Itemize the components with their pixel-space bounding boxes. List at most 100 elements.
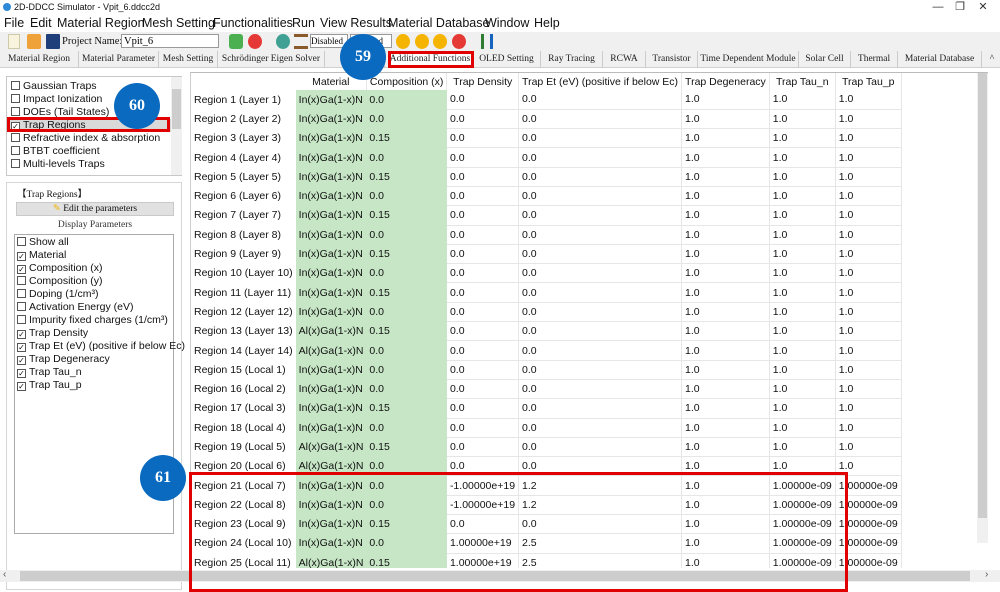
table-cell[interactable]: 1.0 <box>835 418 902 438</box>
save-icon[interactable] <box>46 34 60 49</box>
table-cell[interactable]: 1.0 <box>835 282 902 303</box>
cell-material[interactable]: In(x)Ga(1-x)N <box>295 379 367 399</box>
table-cell[interactable]: 1.0 <box>769 282 836 303</box>
cell-material[interactable]: In(x)Ga(1-x)N <box>295 109 367 129</box>
row-header[interactable]: Region 17 (Local 3) <box>191 399 296 418</box>
checkbox-checked-icon[interactable]: ✓ <box>17 382 26 391</box>
checkbox-icon[interactable] <box>11 94 20 103</box>
table-cell[interactable]: 0.0 <box>446 321 520 342</box>
table-row[interactable]: Region 8 (Layer 8) In(x)Ga(1-x)N 0.0 0.0 0.0… <box>191 225 902 245</box>
cell-material[interactable]: In(x)Ga(1-x)N <box>295 225 367 245</box>
param-composition-y[interactable]: Composition (y) <box>17 275 103 288</box>
fast-forward-icon[interactable] <box>415 34 429 49</box>
param-material[interactable]: ✓ Material <box>17 249 66 262</box>
table-row[interactable]: Region 10 (Layer 10) In(x)Ga(1-x)N 0.0 0.0 0… <box>191 263 902 284</box>
table-cell[interactable]: 0.0 <box>446 282 520 303</box>
table-cell[interactable]: 0.0 <box>446 90 520 110</box>
table-cell[interactable]: 0.0 <box>518 128 683 149</box>
function-item-impact-ionization[interactable]: Impact Ionization <box>11 93 102 106</box>
table-row[interactable]: Region 17 (Local 3) In(x)Ga(1-x)N 0.15 0.0 0… <box>191 398 902 419</box>
cell-material[interactable]: In(x)Ga(1-x)N <box>295 398 367 419</box>
row-header[interactable]: Region 12 (Layer 12) <box>191 302 296 321</box>
column-header-trap-density[interactable]: Trap Density <box>446 73 520 90</box>
table-cell[interactable]: 0.0 <box>518 244 683 265</box>
row-header[interactable]: Region 13 (Layer 13) <box>191 322 296 341</box>
table-cell[interactable]: 0.0 <box>518 186 683 207</box>
cell-composition[interactable]: 0.0 <box>366 109 447 129</box>
table-cell[interactable]: 0.0 <box>446 398 520 419</box>
row-header[interactable]: Region 19 (Local 5) <box>191 437 296 456</box>
table-cell[interactable]: 0.0 <box>518 263 683 284</box>
table-cell[interactable]: 0.0 <box>446 418 520 438</box>
table-row[interactable]: Region 1 (Layer 1) In(x)Ga(1-x)N 0.0 0.0 0.0… <box>191 90 902 110</box>
scrollbar-thumb[interactable] <box>172 89 181 129</box>
table-cell[interactable]: 0.0 <box>518 109 683 130</box>
checkbox-checked-icon[interactable]: ✓ <box>17 265 26 274</box>
table-cell[interactable]: 1.0 <box>835 302 902 323</box>
cell-composition[interactable]: 0.0 <box>366 90 447 110</box>
table-cell[interactable]: 0.0 <box>518 321 683 342</box>
table-cell[interactable]: 0.0 <box>518 340 683 361</box>
table-row[interactable]: Region 7 (Layer 7) In(x)Ga(1-x)N 0.15 0.0 0.… <box>191 205 902 226</box>
table-cell[interactable]: 0.0 <box>518 147 683 168</box>
table-row[interactable]: Region 9 (Layer 9) In(x)Ga(1-x)N 0.15 0.0 0.… <box>191 244 902 265</box>
table-cell[interactable]: 1.0 <box>769 321 836 342</box>
cell-material[interactable]: In(x)Ga(1-x)N <box>295 186 367 206</box>
cell-material[interactable]: In(x)Ga(1-x)N <box>295 167 367 187</box>
open-folder-icon[interactable] <box>27 34 41 49</box>
table-cell[interactable]: 1.0 <box>835 340 902 361</box>
cell-composition[interactable]: 0.0 <box>366 418 447 438</box>
cell-composition[interactable]: 0.15 <box>366 244 447 264</box>
cell-material[interactable]: Al(x)Ga(1-x)N <box>295 340 367 361</box>
checkbox-checked-icon[interactable]: ✓ <box>17 252 26 261</box>
column-header-trap-degeneracy[interactable]: Trap Degeneracy <box>681 73 770 90</box>
param-doping[interactable]: Doping (1/cm³) <box>17 288 98 301</box>
table-row[interactable]: Region 4 (Layer 4) In(x)Ga(1-x)N 0.0 0.0 0.0… <box>191 147 902 168</box>
row-header[interactable]: Region 10 (Layer 10) <box>191 264 296 283</box>
table-cell[interactable]: 0.0 <box>446 263 520 284</box>
cell-composition[interactable]: 0.15 <box>366 205 447 226</box>
cell-composition[interactable]: 0.0 <box>366 225 447 245</box>
checkbox-checked-icon[interactable]: ✓ <box>17 330 26 339</box>
run-icon[interactable] <box>396 34 410 49</box>
row-header[interactable]: Region 4 (Layer 4) <box>191 148 296 167</box>
new-file-icon[interactable] <box>8 34 20 49</box>
table-cell[interactable]: 1.0 <box>681 340 770 361</box>
table-cell[interactable]: 1.0 <box>681 109 770 130</box>
function-item-multi-levels-traps[interactable]: Multi-levels Traps <box>11 158 105 171</box>
tab-thermal[interactable]: Thermal <box>851 51 898 68</box>
table-cell[interactable]: 1.0 <box>681 321 770 342</box>
batch-run-icon[interactable] <box>433 34 447 49</box>
checkbox-checked-icon[interactable]: ✓ <box>17 343 26 352</box>
row-header[interactable]: Region 7 (Layer 7) <box>191 206 296 225</box>
table-cell[interactable]: 1.0 <box>835 128 902 149</box>
table-cell[interactable]: 0.0 <box>518 360 683 380</box>
table-cell[interactable]: 0.0 <box>446 167 520 187</box>
table-cell[interactable]: 1.0 <box>769 90 836 110</box>
cell-composition[interactable]: 0.15 <box>366 282 447 303</box>
table-cell[interactable]: 1.0 <box>681 418 770 438</box>
checkbox-icon[interactable] <box>17 289 26 298</box>
table-cell[interactable]: 0.0 <box>518 398 683 419</box>
table-cell[interactable]: 1.0 <box>769 418 836 438</box>
row-header[interactable]: Region 1 (Layer 1) <box>191 90 296 109</box>
table-row[interactable]: Region 5 (Layer 5) In(x)Ga(1-x)N 0.15 0.0 0.… <box>191 167 902 187</box>
checkbox-icon[interactable] <box>17 276 26 285</box>
menu-edit[interactable]: Edit <box>30 14 52 32</box>
chart-icon[interactable] <box>481 34 493 49</box>
param-show-all[interactable]: Show all <box>17 236 69 249</box>
table-cell[interactable]: 0.0 <box>518 167 683 187</box>
table-cell[interactable]: 0.0 <box>446 205 520 226</box>
table-cell[interactable]: 1.0 <box>681 167 770 187</box>
edit-parameters-button[interactable]: ✎ Edit the parameters <box>16 202 174 216</box>
table-cell[interactable]: 1.0 <box>681 244 770 265</box>
table-row[interactable]: Region 18 (Local 4) In(x)Ga(1-x)N 0.0 0.0 0.… <box>191 418 902 438</box>
tab-time-dependent-module[interactable]: Time Dependent Module <box>698 51 799 68</box>
menu-material-database[interactable]: Material Database <box>388 14 489 32</box>
table-cell[interactable]: 1.0 <box>835 398 902 419</box>
cell-composition[interactable]: 0.15 <box>366 437 447 457</box>
column-header-trap-tau-n[interactable]: Trap Tau_n <box>769 73 836 90</box>
table-cell[interactable]: 1.0 <box>681 379 770 400</box>
table-cell[interactable]: 1.0 <box>835 90 902 110</box>
scroll-right-icon[interactable]: › <box>985 569 988 580</box>
